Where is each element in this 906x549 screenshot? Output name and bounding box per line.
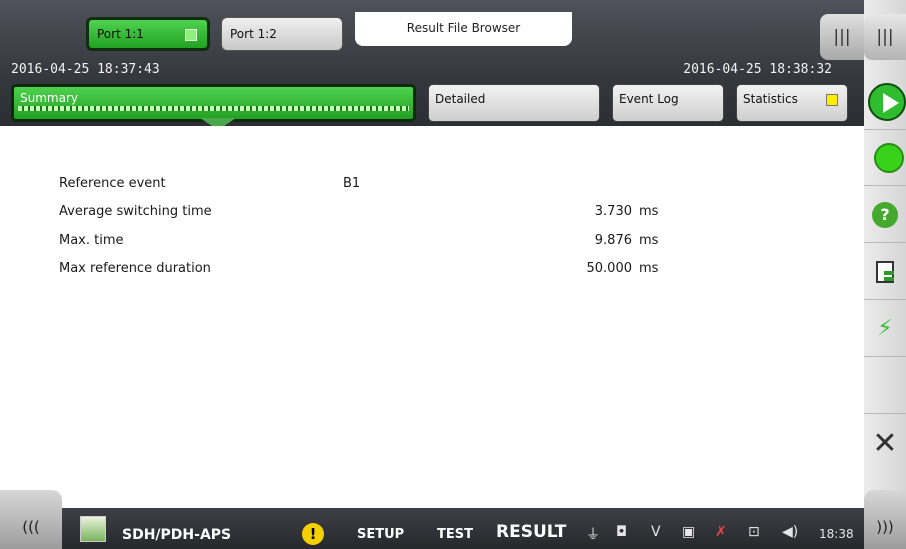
header-bar: Port 1:1 Port 1:2 Result File Browser ||… <box>0 0 864 126</box>
clock: 18:38 <box>819 527 854 541</box>
app-name: SDH/PDH-APS <box>122 527 232 543</box>
tab-detailed[interactable]: Detailed <box>428 84 600 122</box>
result-label: Average switching time <box>59 204 212 219</box>
result-unit: ms <box>639 233 659 248</box>
tab-label: Statistics <box>743 92 798 106</box>
close-button[interactable]: ✕ <box>864 415 906 471</box>
help-icon: ? <box>872 201 898 228</box>
start-timestamp: 2016-04-25 18:37:43 <box>11 62 160 77</box>
sidebar-menu-icon[interactable]: ||| <box>864 14 906 60</box>
result-row: Max reference duration 50.000 ms <box>59 261 759 281</box>
reference-event-row: Reference event B1 <box>59 176 759 196</box>
port-tab-label: Port 1:2 <box>230 27 277 41</box>
nav-left-button[interactable]: ((( <box>0 490 62 549</box>
test-button[interactable]: TEST <box>437 527 473 542</box>
warning-icon[interactable]: ! <box>302 523 324 545</box>
reference-event-value: B1 <box>343 176 361 191</box>
result-value: 50.000 <box>586 261 633 276</box>
tab-statistics[interactable]: Statistics <box>736 84 848 122</box>
remote-icon: ⊡ <box>748 524 760 540</box>
port-tab-label: Port 1:1 <box>97 27 144 41</box>
result-file-browser-label: Result File Browser <box>406 21 521 35</box>
error-insert-button[interactable]: ⚡ <box>864 301 906 357</box>
sidebar-empty-slot <box>864 358 906 414</box>
result-label: Max. time <box>59 233 124 248</box>
v-icon: V <box>651 524 661 540</box>
result-row: Max. time 9.876 ms <box>59 233 759 253</box>
nav-right-button[interactable]: ))) <box>864 490 906 549</box>
volume-icon: ◀) <box>782 524 799 540</box>
tab-label: Event Log <box>619 92 679 106</box>
right-sidebar: ||| ? ⚡ ✕ <box>864 0 906 549</box>
result-unit: ms <box>639 261 659 276</box>
report-icon <box>876 260 894 283</box>
status-icon <box>874 142 904 173</box>
status-button[interactable] <box>864 130 906 186</box>
error-insert-icon: ⚡ <box>877 316 893 341</box>
help-button[interactable]: ? <box>864 187 906 243</box>
tab-port-1-2[interactable]: Port 1:2 <box>221 17 343 51</box>
summary-panel: Reference event B1 Average switching tim… <box>10 126 860 508</box>
storage-icon: ◘ <box>616 524 628 540</box>
result-file-browser-button[interactable]: Result File Browser <box>355 12 572 46</box>
statistics-indicator <box>826 94 838 106</box>
power-icon: ⏚ <box>586 527 600 543</box>
tab-label: Summary <box>20 91 78 105</box>
network-off-icon: ✗ <box>715 524 727 540</box>
start-icon <box>868 82 906 121</box>
result-value: 3.730 <box>594 204 632 219</box>
tab-port-1-1[interactable]: Port 1:1 <box>86 17 210 51</box>
tab-label: Detailed <box>435 92 486 106</box>
end-timestamp: 2016-04-25 18:38:32 <box>683 62 832 77</box>
terminal-icon: ▣ <box>682 524 696 540</box>
reference-event-label: Reference event <box>59 176 166 191</box>
start-button[interactable] <box>864 74 906 130</box>
result-unit: ms <box>639 204 659 219</box>
chevron-left-icon: ((( <box>22 517 40 536</box>
close-icon: ✕ <box>872 425 898 461</box>
setup-button[interactable]: SETUP <box>357 527 404 542</box>
result-label: Max reference duration <box>59 261 211 276</box>
menu-bars-icon[interactable]: ||| <box>820 14 864 60</box>
report-button[interactable] <box>864 244 906 300</box>
result-row: Average switching time 3.730 ms <box>59 204 759 224</box>
port-status-indicator <box>185 29 197 41</box>
summary-progress-strip <box>18 106 409 111</box>
result-value: 9.876 <box>594 233 632 248</box>
tab-event-log[interactable]: Event Log <box>612 84 724 122</box>
result-button[interactable]: RESULT <box>496 522 566 542</box>
tab-summary[interactable]: Summary <box>11 84 416 122</box>
app-icon[interactable] <box>80 516 106 542</box>
chevron-right-icon: ))) <box>876 517 894 536</box>
